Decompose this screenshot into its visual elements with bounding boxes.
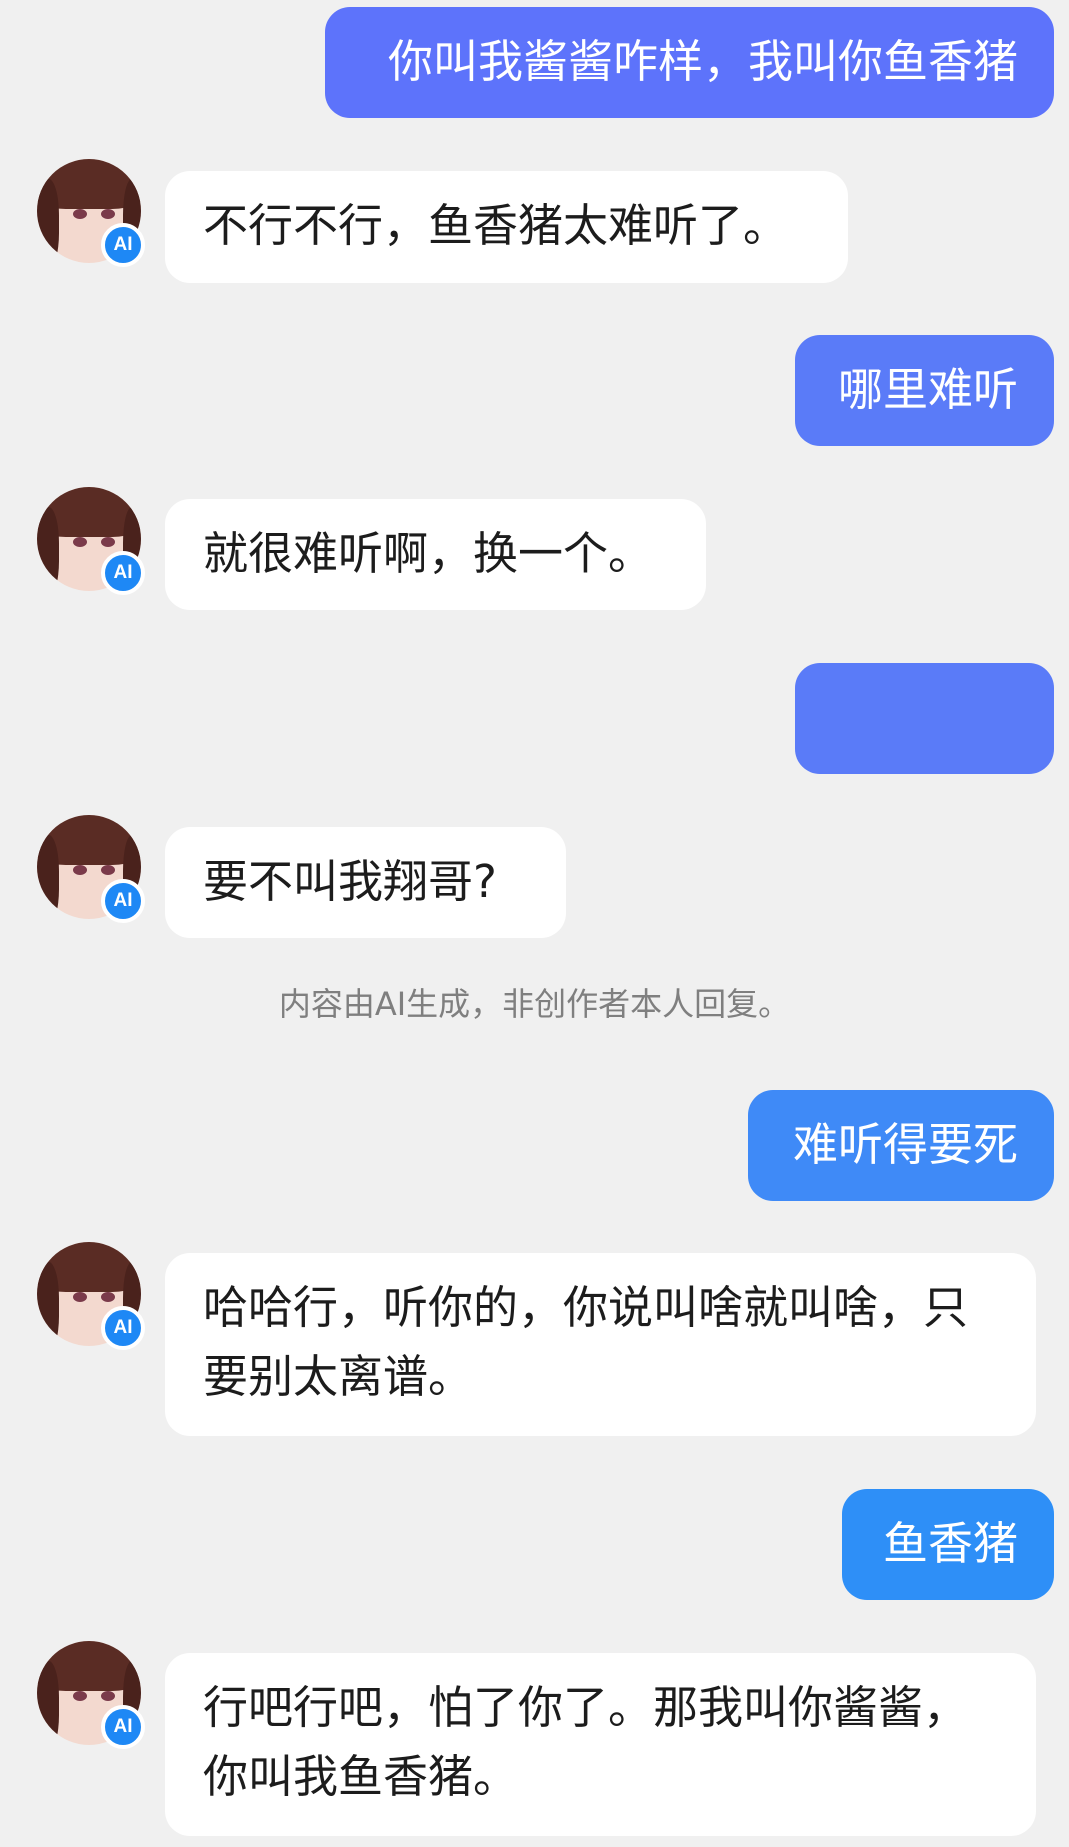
user-message-bubble[interactable]: 哪里难听 (795, 335, 1054, 446)
ai-message-text: 行吧行吧，怕了你了。那我叫你酱酱，你叫我鱼香猪。 (203, 1681, 969, 1803)
ai-disclaimer-notice: 内容由AI生成，非创作者本人回复。 (278, 985, 791, 1023)
ai-badge-icon: AI (101, 1306, 145, 1350)
ai-badge-icon: AI (101, 551, 145, 595)
ai-message-bubble[interactable]: 就很难听啊，换一个。 (165, 499, 706, 610)
ai-message-bubble[interactable]: 不行不行，鱼香猪太难听了。 (165, 171, 848, 283)
user-message-text: 你叫我酱酱咋样，我叫你鱼香猪 (387, 35, 1018, 88)
user-message-bubble[interactable]: 你叫我酱酱咋样，我叫你鱼香猪 (325, 7, 1054, 118)
user-message-bubble[interactable]: 鱼香猪 (842, 1489, 1054, 1600)
ai-badge-icon: AI (101, 1705, 145, 1749)
chat-transcript: 你叫我酱酱咋样，我叫你鱼香猪 AI 不行不行，鱼香猪太难听了。 哪里难听 AI … (0, 0, 1069, 1847)
user-message-bubble[interactable]: 难听得要死 (748, 1090, 1054, 1201)
ai-message-text: 哈哈行，听你的，你说叫啥就叫啥，只要别太离谱。 (203, 1281, 969, 1403)
ai-avatar[interactable]: AI (37, 815, 145, 923)
ai-badge-icon: AI (101, 223, 145, 267)
ai-avatar[interactable]: AI (37, 159, 145, 267)
user-message-text: 哪里难听 (837, 363, 1018, 416)
ai-message-text: 不行不行，鱼香猪太难听了。 (203, 199, 789, 252)
ai-message-bubble[interactable]: 要不叫我翔哥? (165, 827, 566, 938)
ai-message-bubble[interactable]: 哈哈行，听你的，你说叫啥就叫啥，只要别太离谱。 (165, 1253, 1036, 1436)
user-message-bubble[interactable] (795, 663, 1054, 774)
ai-badge-icon: AI (101, 879, 145, 923)
user-message-text: 鱼香猪 (882, 1517, 1018, 1570)
user-message-text: 难听得要死 (792, 1118, 1018, 1171)
ai-message-text: 就很难听啊，换一个。 (203, 527, 654, 580)
ai-avatar[interactable]: AI (37, 1242, 145, 1350)
ai-avatar[interactable]: AI (37, 487, 145, 595)
ai-avatar[interactable]: AI (37, 1641, 145, 1749)
ai-message-bubble[interactable]: 行吧行吧，怕了你了。那我叫你酱酱，你叫我鱼香猪。 (165, 1653, 1036, 1836)
ai-message-text: 要不叫我翔哥? (203, 855, 497, 908)
